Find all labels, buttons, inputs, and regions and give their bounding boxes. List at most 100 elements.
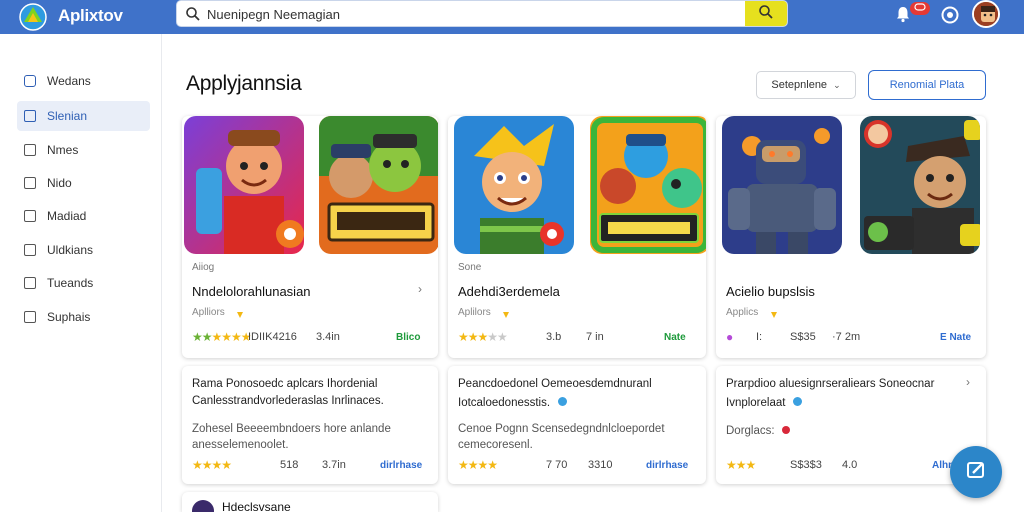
app-thumbnail[interactable] [860,116,980,254]
app-developer: Applics [726,307,759,318]
app-meta-primary: S$35 [790,331,816,343]
app-meta-primary: 3.b [546,331,562,343]
app-category: Aiiog [192,262,215,273]
edit-icon [964,458,988,487]
sidebar-item-suphais[interactable]: Suphais [17,302,150,332]
app-title[interactable]: Adehdi3erdemela [458,284,560,299]
app-meta-secondary: 7 in [586,331,604,343]
card-meta-primary: S$3$3 [790,459,822,471]
card-description-line: Ivnplorelaat [726,393,802,409]
compose-button[interactable] [950,446,1002,498]
app-thumbnail[interactable] [319,116,438,254]
heart-icon [782,425,791,434]
rating-stars: ★★★★ [458,458,498,472]
card-description: Canlesstrandvorlederaslas Inrlinaces. [192,395,384,407]
app-card[interactable]: Rama Ponosoedc aplcars Ihordenial Canles… [182,366,438,484]
checkbox-icon [24,75,36,87]
card-meta-secondary: 3.7in [322,459,346,471]
card-subdescription-line: Dorglacs: [726,421,791,439]
card-subdescription: Zohesel Beeeembndoers hore anlande [192,423,391,435]
chevron-down-icon: ⌄ [833,79,841,90]
search-button-icon [758,4,774,25]
sidebar-item-label: Nido [47,176,72,190]
sidebar-item-uldkians[interactable]: Uldkians [17,235,150,265]
notification-badge [910,2,930,15]
app-meta-secondary: ·7 2m [832,331,861,343]
search-input[interactable] [207,5,737,23]
checkbox-icon [24,244,36,256]
logo-icon[interactable] [18,2,50,32]
sidebar: Wedans Slenian Nmes Nido Madiad Uldkians… [0,34,162,512]
sidebar-item-wedans[interactable]: Wedans [17,66,150,96]
help-icon[interactable] [940,5,960,25]
checkbox-icon [24,144,36,156]
rating-stars: ★★★★★★ [192,330,252,344]
search-button[interactable] [745,1,787,26]
app-category: Sone [458,262,482,273]
rating-stars: ★★★★ [192,458,232,472]
app-title[interactable]: Nndelolorahlunasian [192,284,311,299]
chevron-right-icon[interactable]: › [966,375,970,389]
rating-indicator: ● [726,330,733,344]
app-tag[interactable]: Nate [664,332,686,343]
app-card[interactable]: Peancdoedonel Oemeoesdemdnuranl Iotcaloe… [448,366,706,484]
sidebar-item-slenian[interactable]: Slenian [17,101,150,131]
card-subdescription: Dorglacs: [726,425,775,437]
app-card[interactable]: Acielio bupslsis Applics ● I: S$35 ·7 2m… [716,116,986,358]
card-tag[interactable]: dirlrhase [646,460,688,471]
verified-icon [236,306,244,318]
app-meta-primary: IDIIK4216 [248,331,297,343]
app-icon [192,500,214,512]
verified-icon [770,306,778,318]
app-thumbnail[interactable] [722,116,842,254]
sidebar-item-label: Suphais [47,310,91,324]
checkbox-icon [24,110,36,122]
filter-button[interactable]: Renomial Plata [868,70,986,100]
card-subdescription: anesselemenoolet. [192,439,289,451]
sidebar-item-madiad[interactable]: Madiad [17,201,150,231]
sidebar-item-label: Wedans [47,74,91,88]
sidebar-item-nmes[interactable]: Nmes [17,135,150,165]
search-icon [185,6,201,22]
card-subdescription: cemecoresenl. [458,439,533,451]
app-thumbnail[interactable] [590,116,706,254]
sidebar-item-tueands[interactable]: Tueands [17,268,150,298]
checkbox-icon [24,311,36,323]
card-description: Ivnplorelaat [726,397,786,409]
card-meta-primary: 518 [280,459,299,471]
app-name: Aplixtov [58,6,123,25]
sidebar-item-label: Tueands [47,276,94,290]
app-card[interactable]: Prarpdioo aluesignrseraliears Soneocnar … [716,366,986,484]
app-thumbnail[interactable] [184,116,304,254]
app-developer: Aplilors [458,307,491,318]
card-description-line: Iotcaloedonesstis. [458,393,567,409]
separator: I: [756,331,763,343]
card-description: Peancdoedonel Oemeoesdemdnuranl [458,378,652,390]
top-bar: Aplixtov [0,0,1024,34]
checkbox-icon [24,277,36,289]
app-developer: Aplliors [192,307,225,318]
app-card[interactable]: Sone Adehdi3erdemela Aplilors ★★★★★ 3.b … [448,116,706,358]
card-meta-primary: 7 70 [546,459,568,471]
rating-stars: ★★★ [726,458,756,472]
sort-dropdown[interactable]: Setepnlene ⌄ [756,71,856,99]
app-tag[interactable]: Blico [396,332,420,343]
filter-label: Renomial Plata [889,79,965,91]
app-title[interactable]: Acielio bupslsis [726,284,815,299]
card-description: Iotcaloedonesstis. [458,397,551,409]
avatar[interactable] [972,0,1000,28]
search-bar [176,0,788,27]
app-card[interactable]: Aiiog Nndelolorahlunasian › Aplliors ★★★… [182,116,438,358]
app-card[interactable]: Hdeclsvsane [182,492,438,512]
app-thumbnail[interactable] [454,116,574,254]
sidebar-item-label: Slenian [47,109,88,123]
chevron-right-icon[interactable]: › [418,282,422,296]
info-icon [792,397,802,407]
sidebar-item-nido[interactable]: Nido [17,168,150,198]
sidebar-item-label: Madiad [47,209,87,223]
sidebar-item-label: Uldkians [47,243,94,257]
app-title[interactable]: Hdeclsvsane [222,500,291,512]
info-icon [557,397,567,407]
app-tag[interactable]: E Nate [940,332,971,343]
card-tag[interactable]: dirlrhase [380,460,422,471]
